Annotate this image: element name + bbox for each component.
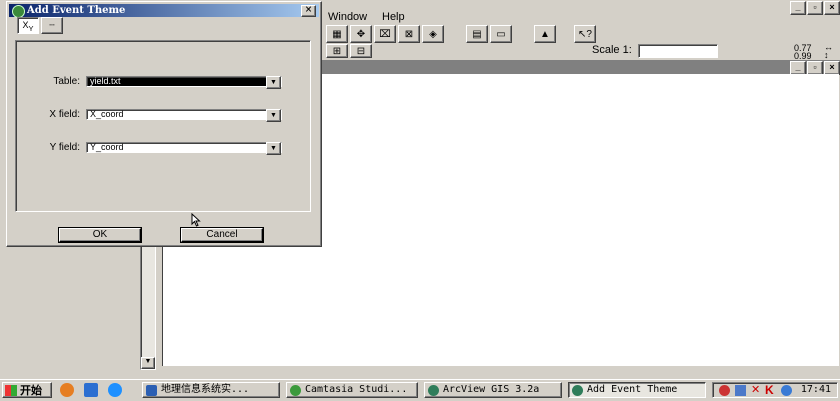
close-button[interactable]: × [824, 1, 840, 15]
zoom-previous-icon[interactable]: ◈ [422, 25, 444, 43]
select-graphics-icon[interactable]: ⊞ [326, 44, 348, 58]
taskbar-item-add-event-theme[interactable]: Add Event Theme [568, 382, 706, 398]
x-field-select[interactable]: X_coord ▼ [86, 109, 282, 122]
word-icon [146, 385, 157, 396]
menu-window[interactable]: Window [328, 11, 367, 23]
select-features-icon[interactable]: ⊟ [350, 44, 372, 58]
table-icon[interactable]: ▤ [466, 25, 488, 43]
camtasia-icon [290, 385, 301, 396]
taskbar-item-camtasia[interactable]: Camtasia Studi... [286, 382, 418, 398]
y-field-select[interactable]: Y_coord ▼ [86, 142, 282, 155]
layout-icon[interactable]: ▭ [490, 25, 512, 43]
zoom-full-icon[interactable]: ▦ [326, 25, 348, 43]
view-minimize-button[interactable]: _ [790, 61, 806, 75]
tray-shield-icon[interactable] [781, 385, 792, 396]
y-field-label: Y field: [49, 142, 80, 153]
start-button[interactable]: 开始 [2, 382, 52, 398]
menu-help[interactable]: Help [382, 11, 405, 23]
y-field-select-value: Y_coord [90, 142, 124, 152]
add-event-theme-dialog: Add Event Theme × XY ┄ Table: yield.txt … [6, 1, 322, 247]
app-window-controls: _ ▫ × [790, 1, 840, 15]
zoom-in-icon[interactable]: ⊠ [398, 25, 420, 43]
dialog-title: Add Event Theme [27, 5, 126, 16]
ok-button[interactable]: OK [58, 227, 142, 243]
xy-event-icon[interactable]: XY [17, 17, 39, 34]
button-bar-4: ↖? [574, 25, 596, 43]
button-bar-2: ▤ ▭ [466, 25, 512, 43]
volume-muted-icon[interactable]: ✕ [751, 385, 760, 396]
scale-label: Scale 1: [592, 44, 632, 56]
chevron-down-icon[interactable]: ▼ [266, 109, 281, 122]
show-desktop-icon[interactable] [84, 383, 98, 397]
help-pointer-icon[interactable]: ↖? [574, 25, 596, 43]
mouse-cursor-icon [191, 213, 201, 227]
tool-bar: ⊞ ⊟ [326, 44, 372, 58]
taskbar: 开始 地理信息系统实... Camtasia Studi... ArcView … [0, 379, 840, 401]
zoom-active-icon[interactable]: ✥ [350, 25, 372, 43]
minimize-button[interactable]: _ [790, 1, 806, 15]
taskbar-item-label: Camtasia Studi... [305, 384, 408, 395]
clock[interactable]: 17:41 [801, 384, 831, 395]
dialog-close-button[interactable]: × [301, 5, 316, 17]
start-label: 开始 [20, 385, 42, 397]
taskbar-item-label: ArcView GIS 3.2a [443, 384, 540, 395]
tray-app-icon[interactable] [719, 385, 730, 396]
dialog-titlebar[interactable]: Add Event Theme × [9, 4, 319, 18]
view-restore-button[interactable]: ▫ [807, 61, 823, 75]
vertical-arrows-icon: ↕ [824, 50, 829, 60]
system-tray: ✕ K 17:41 [712, 382, 838, 398]
table-select-value: yield.txt [90, 76, 121, 86]
chevron-down-icon[interactable]: ▼ [266, 142, 281, 155]
kaspersky-icon[interactable]: K [765, 384, 774, 396]
view-close-button[interactable]: × [824, 61, 840, 75]
view-window-controls: _ ▫ × [790, 61, 840, 75]
scroll-down-icon[interactable]: ▼ [141, 357, 155, 369]
internet-explorer-icon[interactable] [108, 383, 122, 397]
arcview-icon [572, 385, 583, 396]
button-bar-3: ▲ [534, 25, 556, 43]
route-event-icon[interactable]: ┄ [41, 17, 63, 34]
dialog-fields-panel: Table: yield.txt ▼ X field: X_coord ▼ Y … [15, 40, 311, 212]
chart-icon[interactable]: ▲ [534, 25, 556, 43]
zoom-selected-icon[interactable]: ⌧ [374, 25, 396, 43]
windows-logo-icon [5, 384, 17, 396]
chevron-down-icon[interactable]: ▼ [266, 76, 281, 89]
firefox-icon[interactable] [60, 383, 74, 397]
taskbar-item-label: 地理信息系统实... [161, 384, 250, 395]
x-field-label: X field: [49, 109, 80, 120]
network-icon[interactable] [735, 385, 746, 396]
taskbar-item-arcview[interactable]: ArcView GIS 3.2a [424, 382, 562, 398]
taskbar-item-label: Add Event Theme [587, 384, 678, 395]
restore-button[interactable]: ▫ [807, 1, 823, 15]
x-field-select-value: X_coord [90, 109, 124, 119]
table-label: Table: [53, 76, 80, 87]
table-select[interactable]: yield.txt ▼ [86, 76, 282, 89]
arcview-icon [428, 385, 439, 396]
scale-input[interactable] [638, 44, 718, 58]
button-bar: ▦ ✥ ⌧ ⊠ ◈ [326, 25, 444, 43]
taskbar-item-document[interactable]: 地理信息系统实... [142, 382, 280, 398]
cancel-button[interactable]: Cancel [180, 227, 264, 243]
